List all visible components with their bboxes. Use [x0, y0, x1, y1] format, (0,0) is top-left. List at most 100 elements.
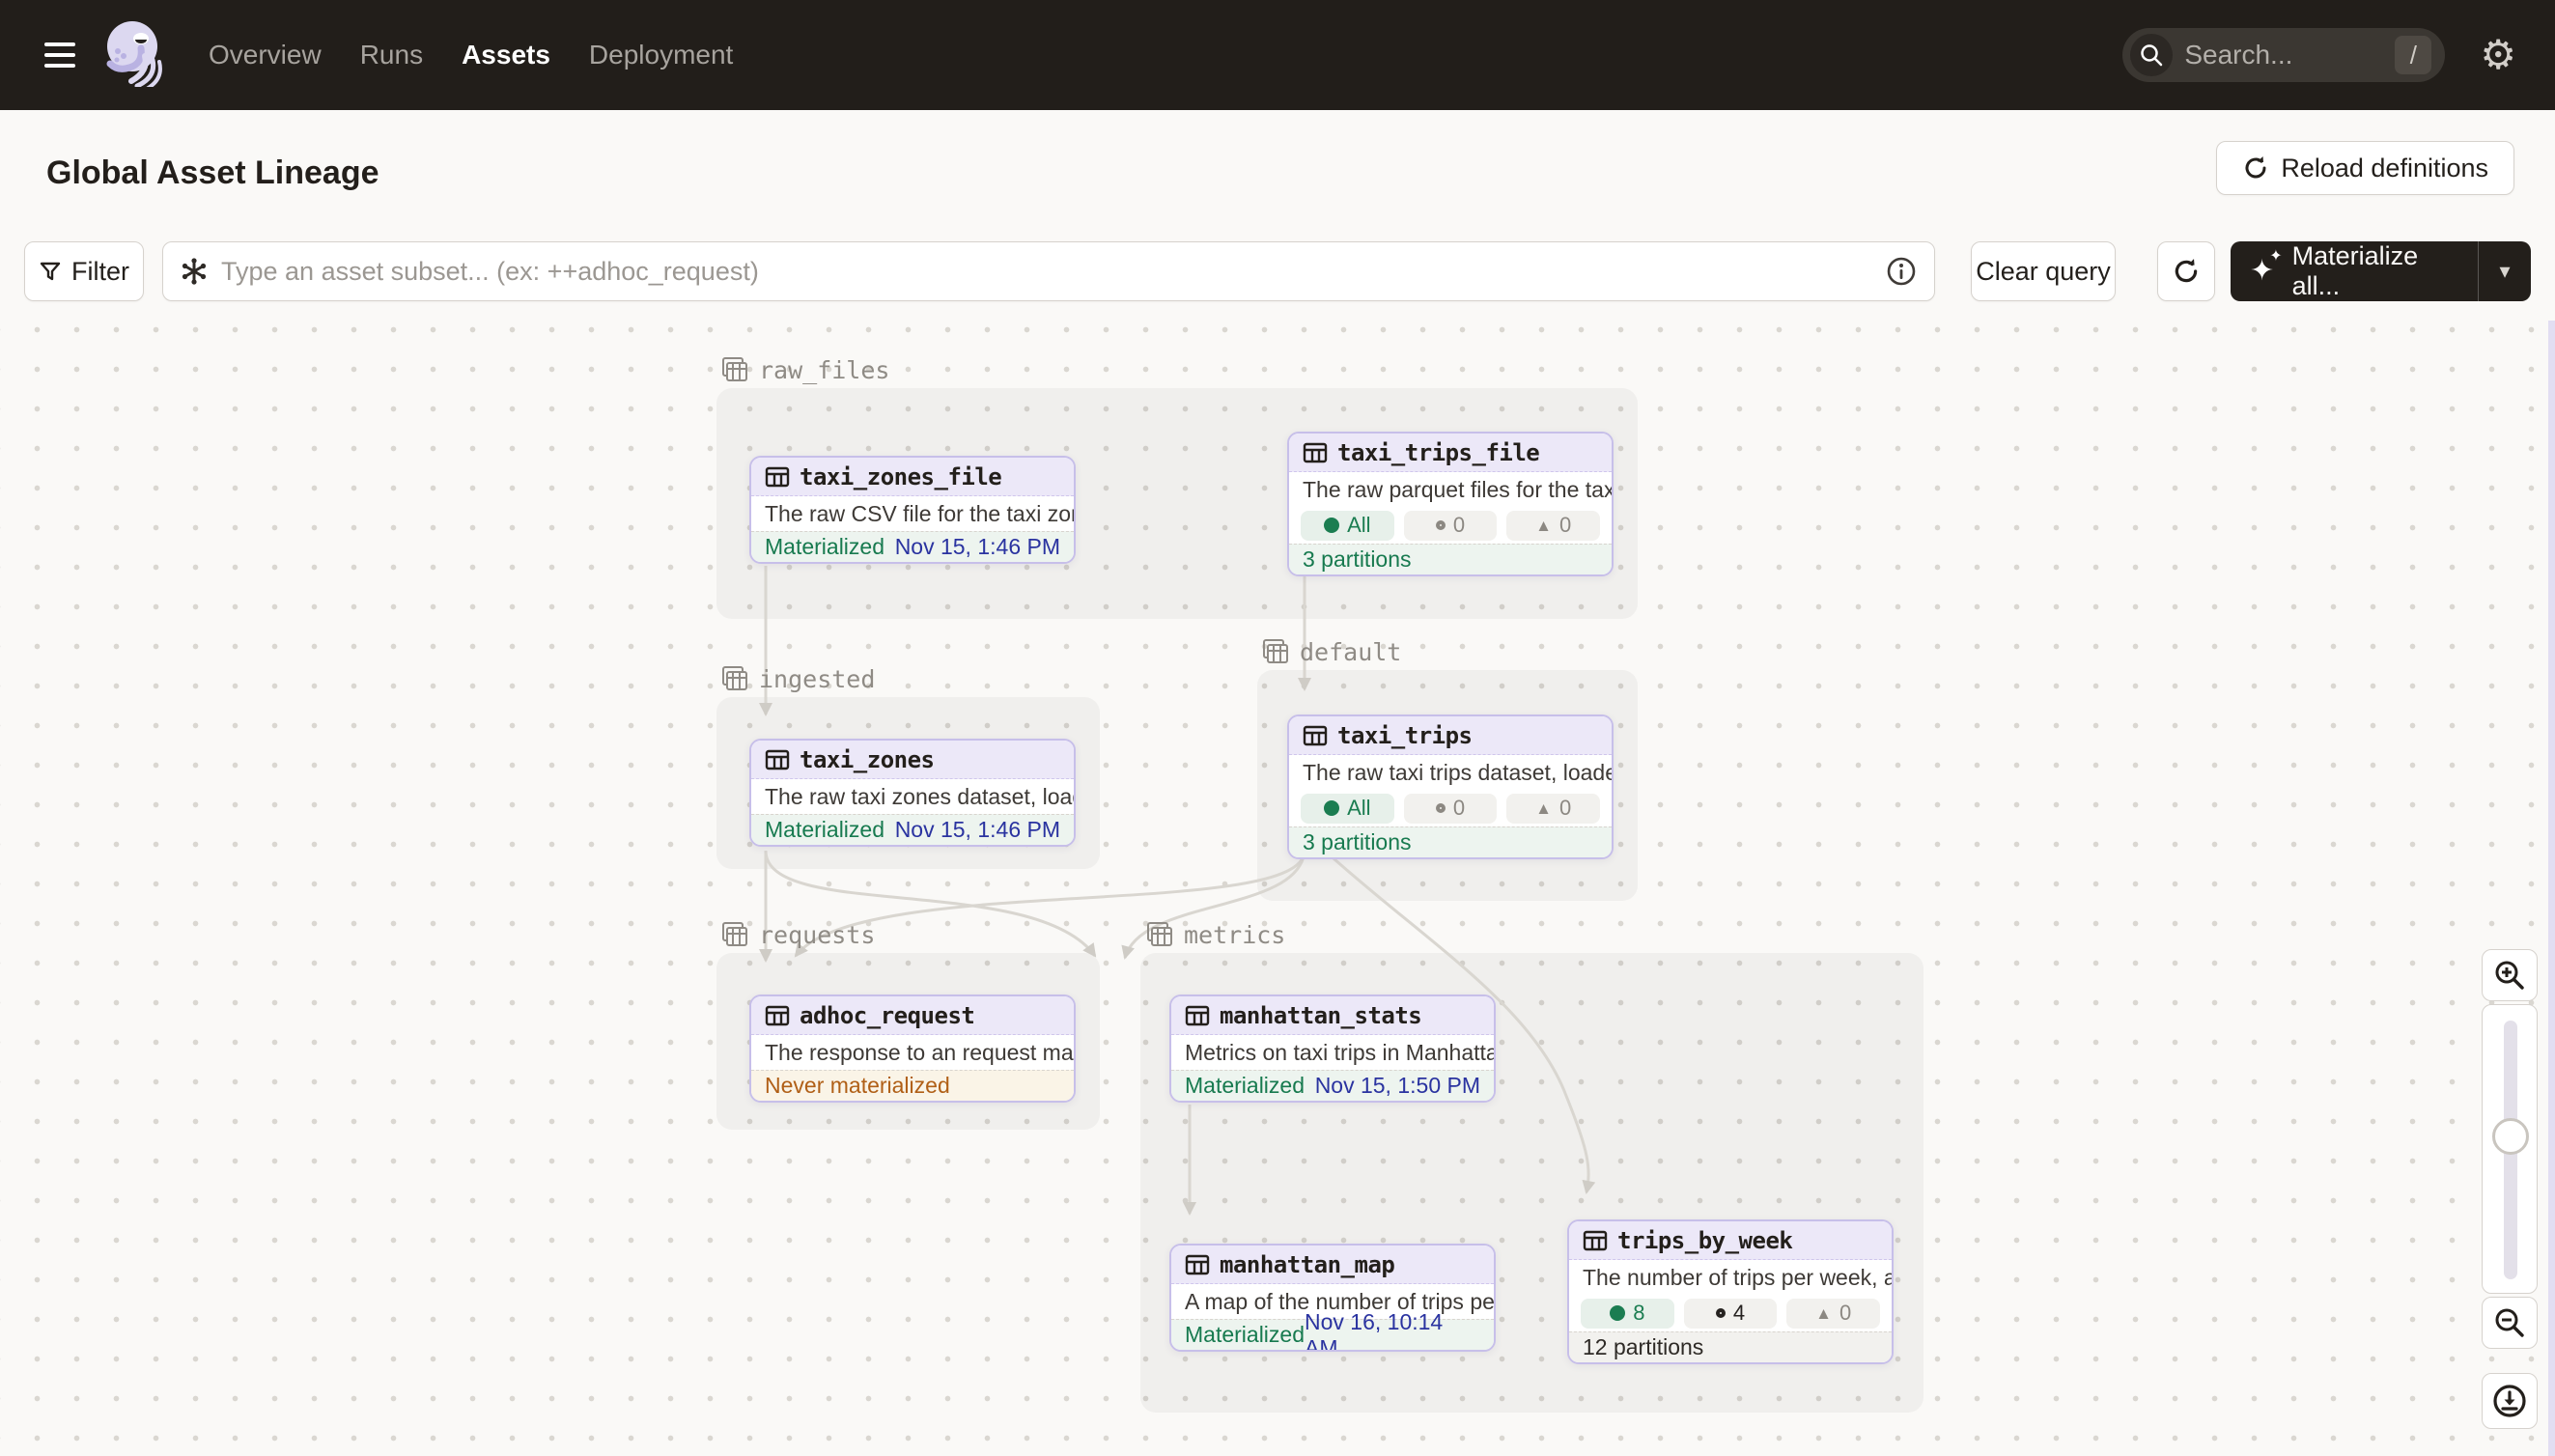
partition-health-pills: All 0 ▲0	[1289, 507, 1612, 544]
dagster-logo[interactable]	[102, 19, 166, 92]
asset-node-adhoc_request[interactable]: adhoc_request The response to an request…	[749, 994, 1076, 1103]
canvas-scrollbar[interactable]	[2548, 321, 2555, 1456]
asset-status-footer: 3 partitions	[1289, 544, 1612, 574]
asset-node-taxi_trips[interactable]: taxi_trips The raw taxi trips dataset, l…	[1287, 714, 1614, 859]
asset-status-footer: Never materialized	[751, 1070, 1074, 1101]
asset-status-footer: Materialized Nov 16, 10:14 AM	[1171, 1319, 1494, 1350]
asset-query-field	[162, 241, 1935, 301]
top-navigation-bar: Overview Runs Assets Deployment / ⚙	[0, 0, 2555, 110]
group-label-ingested[interactable]: ingested	[720, 664, 875, 693]
asset-description: The raw taxi zones dataset, loaded int..…	[751, 779, 1074, 814]
primary-nav: Overview Runs Assets Deployment	[209, 40, 733, 70]
warning-triangle-icon: ▲	[1535, 800, 1552, 817]
asset-node-trips_by_week[interactable]: trips_by_week The number of trips per we…	[1567, 1219, 1894, 1364]
table-icon	[1303, 440, 1328, 465]
nav-runs[interactable]: Runs	[360, 40, 423, 70]
materialize-all-button[interactable]: ✦✦ Materialize all... ▾	[2231, 241, 2531, 301]
lineage-canvas[interactable]: raw_files ingested default requests metr…	[0, 321, 2555, 1456]
zoom-slider[interactable]	[2482, 1004, 2538, 1294]
partitions-failed-pill[interactable]: ▲0	[1506, 794, 1600, 824]
status-label: Materialized	[1185, 1322, 1305, 1348]
asset-description: The raw CSV file for the taxi zones dat.…	[751, 496, 1074, 531]
asset-node-manhattan_stats[interactable]: manhattan_stats Metrics on taxi trips in…	[1169, 994, 1496, 1103]
group-label-metrics[interactable]: metrics	[1145, 920, 1285, 949]
table-icon	[765, 747, 790, 772]
missing-ring-icon	[1436, 803, 1446, 813]
missing-ring-icon	[1436, 520, 1446, 530]
success-dot-icon	[1324, 800, 1339, 816]
materialization-timestamp: Nov 15, 1:46 PM	[895, 534, 1060, 560]
zoom-slider-thumb[interactable]	[2492, 1118, 2529, 1155]
status-label: Never materialized	[765, 1073, 950, 1099]
partition-count: 12 partitions	[1583, 1334, 1703, 1360]
status-label: Materialized	[1185, 1073, 1305, 1099]
refresh-graph-button[interactable]	[2157, 241, 2215, 301]
partition-health-pills: 8 4 ▲0	[1569, 1295, 1892, 1331]
asset-node-taxi_zones[interactable]: taxi_zones The raw taxi zones dataset, l…	[749, 739, 1076, 847]
info-icon[interactable]	[1886, 256, 1917, 287]
group-label-default[interactable]: default	[1261, 637, 1401, 666]
zoom-in-icon	[2493, 959, 2526, 992]
warning-triangle-icon: ▲	[1815, 1305, 1832, 1322]
funnel-icon	[39, 260, 62, 283]
partitions-missing-pill[interactable]: 0	[1404, 511, 1498, 541]
partitions-success-pill[interactable]: 8	[1581, 1299, 1674, 1329]
status-label: Materialized	[765, 817, 884, 843]
gear-icon[interactable]: ⚙	[2480, 35, 2516, 75]
zoom-out-button[interactable]	[2482, 1297, 2538, 1349]
partitions-success-pill[interactable]: All	[1301, 511, 1394, 541]
warning-triangle-icon: ▲	[1535, 518, 1552, 534]
partition-count: 3 partitions	[1303, 546, 1412, 573]
asset-status-footer: 3 partitions	[1289, 826, 1612, 857]
asset-status-footer: 12 partitions	[1569, 1331, 1892, 1362]
partitions-failed-pill[interactable]: ▲0	[1506, 511, 1600, 541]
asset-node-taxi_zones_file[interactable]: taxi_zones_file The raw CSV file for the…	[749, 456, 1076, 564]
zoom-in-button[interactable]	[2482, 949, 2538, 1001]
partitions-missing-pill[interactable]: 4	[1684, 1299, 1778, 1329]
reload-definitions-button[interactable]: Reload definitions	[2216, 141, 2514, 195]
asset-status-footer: Materialized Nov 15, 1:46 PM	[751, 531, 1074, 562]
table-icon	[1185, 1252, 1210, 1277]
partitions-failed-pill[interactable]: ▲0	[1786, 1299, 1880, 1329]
download-icon	[2490, 1382, 2529, 1420]
partition-count: 3 partitions	[1303, 829, 1412, 855]
asset-graph-icon	[181, 258, 208, 285]
asset-status-footer: Materialized Nov 15, 1:46 PM	[751, 814, 1074, 845]
group-label-raw_files[interactable]: raw_files	[720, 355, 889, 384]
partitions-missing-pill[interactable]: 0	[1404, 794, 1498, 824]
partitions-success-pill[interactable]: All	[1301, 794, 1394, 824]
asset-status-footer: Materialized Nov 15, 1:50 PM	[1171, 1070, 1494, 1101]
nav-assets[interactable]: Assets	[462, 40, 550, 70]
global-search[interactable]: /	[2122, 28, 2445, 82]
asset-query-input[interactable]	[221, 257, 1886, 287]
asset-description: The response to an request made in th...	[751, 1035, 1074, 1070]
hamburger-menu-icon[interactable]	[44, 42, 75, 68]
missing-ring-icon	[1716, 1308, 1726, 1318]
asset-description: The number of trips per week, aggreg...	[1569, 1260, 1892, 1295]
partition-health-pills: All 0 ▲0	[1289, 790, 1612, 826]
refresh-icon	[2172, 257, 2201, 286]
table-icon	[1303, 723, 1328, 748]
asset-description: The raw taxi trips dataset, loaded into …	[1289, 755, 1612, 790]
success-dot-icon	[1324, 518, 1339, 533]
search-icon	[2130, 34, 2173, 76]
lineage-toolbar: Filter Clear query ✦✦ Materialize all...	[0, 224, 2555, 321]
filter-button[interactable]: Filter	[24, 241, 144, 301]
search-shortcut-badge: /	[2395, 36, 2431, 74]
table-icon	[765, 1003, 790, 1028]
sparkle-icon: ✦✦	[2250, 253, 2281, 290]
asset-node-manhattan_map[interactable]: manhattan_map A map of the number of tri…	[1169, 1244, 1496, 1352]
success-dot-icon	[1610, 1305, 1625, 1321]
materialization-timestamp: Nov 15, 1:46 PM	[895, 817, 1060, 843]
download-view-button[interactable]	[2482, 1373, 2538, 1429]
asset-node-taxi_trips_file[interactable]: taxi_trips_file The raw parquet files fo…	[1287, 432, 1614, 576]
nav-deployment[interactable]: Deployment	[589, 40, 733, 70]
table-icon	[1185, 1003, 1210, 1028]
nav-overview[interactable]: Overview	[209, 40, 322, 70]
materialization-timestamp: Nov 16, 10:14 AM	[1305, 1309, 1480, 1353]
page-title: Global Asset Lineage	[46, 154, 379, 192]
search-input[interactable]	[2184, 40, 2395, 70]
group-label-requests[interactable]: requests	[720, 920, 875, 949]
clear-query-button[interactable]: Clear query	[1971, 241, 2116, 301]
materialize-dropdown-caret[interactable]: ▾	[2479, 259, 2531, 284]
